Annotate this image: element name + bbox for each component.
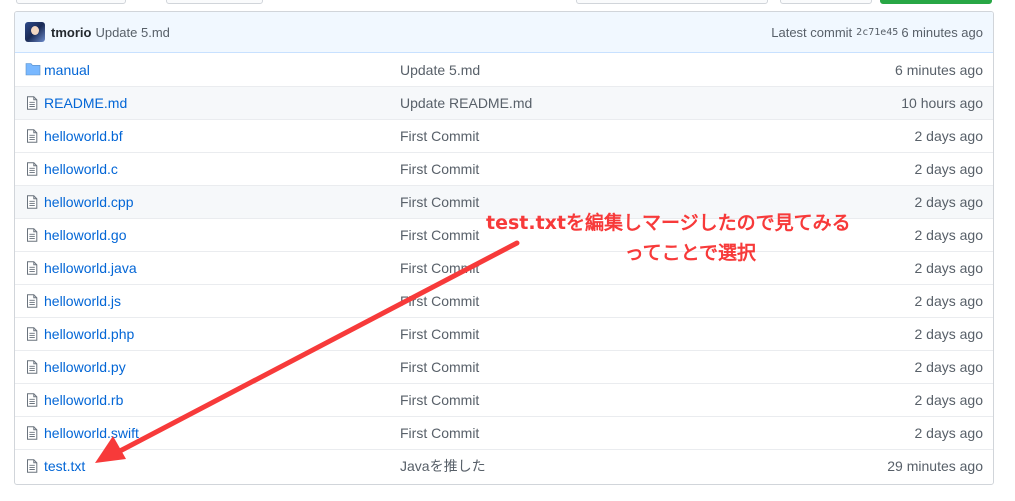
- file-name-link[interactable]: helloworld.bf: [44, 128, 123, 144]
- annotation-text: test.txtを編集しマージしたので見てみる ってことで選択: [486, 208, 851, 268]
- file-name-link[interactable]: helloworld.py: [44, 359, 126, 375]
- commit-message-link[interactable]: First Commit: [400, 326, 479, 342]
- file-icon: [25, 228, 39, 242]
- avatar[interactable]: [25, 22, 45, 42]
- commit-age: 2 days ago: [914, 194, 984, 210]
- file-icon: [25, 162, 39, 176]
- top-button-strip: [0, 0, 1015, 8]
- file-row[interactable]: helloworld.js First Commit 2 days ago: [15, 284, 993, 317]
- file-name-link[interactable]: manual: [44, 62, 90, 78]
- file-name-link[interactable]: helloworld.java: [44, 260, 137, 276]
- latest-commit-bar: tmorio Update 5.md Latest commit 2c71e45…: [15, 12, 993, 53]
- file-icon: [25, 327, 39, 341]
- annotation-line-1: test.txtを編集しマージしたので見てみる: [486, 212, 851, 234]
- file-icon: [25, 261, 39, 275]
- commit-message[interactable]: Update 5.md: [95, 25, 169, 40]
- file-icon: [25, 426, 39, 440]
- clone-download-button-partial[interactable]: [880, 0, 992, 4]
- file-row[interactable]: helloworld.py First Commit 2 days ago: [15, 350, 993, 383]
- commit-message-link[interactable]: First Commit: [400, 194, 479, 210]
- file-row[interactable]: helloworld.rb First Commit 2 days ago: [15, 383, 993, 416]
- commit-message-link[interactable]: First Commit: [400, 260, 479, 276]
- latest-commit-label: Latest commit: [771, 25, 853, 40]
- file-name-link[interactable]: test.txt: [44, 458, 85, 474]
- commit-message-link[interactable]: First Commit: [400, 392, 479, 408]
- commit-age: 2 days ago: [914, 425, 984, 441]
- file-name-link[interactable]: README.md: [44, 95, 127, 111]
- file-icon: [25, 360, 39, 374]
- file-icon: [25, 129, 39, 143]
- file-icon: [25, 459, 39, 473]
- file-row[interactable]: test.txt Javaを推した 29 minutes ago: [15, 449, 993, 482]
- commit-message-link[interactable]: Update README.md: [400, 95, 532, 111]
- commit-age: 2 days ago: [914, 293, 984, 309]
- commit-message-link[interactable]: Javaを推した: [400, 456, 486, 476]
- commit-age: 6 minutes ago: [895, 61, 983, 78]
- file-icon: [25, 195, 39, 209]
- file-name-link[interactable]: helloworld.cpp: [44, 194, 134, 210]
- commit-age: 10 hours ago: [901, 95, 983, 111]
- commit-message-link[interactable]: First Commit: [400, 128, 479, 144]
- file-name-link[interactable]: helloworld.js: [44, 293, 121, 309]
- file-icon: [25, 96, 39, 110]
- commit-message-link[interactable]: First Commit: [400, 161, 479, 177]
- commit-message-link[interactable]: First Commit: [400, 359, 479, 375]
- file-name-link[interactable]: helloworld.php: [44, 326, 134, 342]
- commit-age: 6 minutes ago: [901, 25, 983, 40]
- file-name-link[interactable]: helloworld.rb: [44, 392, 123, 408]
- commit-age: 2 days ago: [914, 128, 984, 144]
- file-name-link[interactable]: helloworld.swift: [44, 425, 139, 441]
- commit-message-link[interactable]: Update 5.md: [400, 62, 480, 78]
- file-name-link[interactable]: helloworld.go: [44, 227, 127, 243]
- commit-age: 2 days ago: [914, 260, 984, 276]
- commit-age: 2 days ago: [914, 161, 984, 177]
- file-row[interactable]: helloworld.swift First Commit 2 days ago: [15, 416, 993, 449]
- top-button-partial[interactable]: [780, 0, 872, 4]
- file-row[interactable]: manual Update 5.md 6 minutes ago: [15, 53, 993, 86]
- folder-icon: [25, 62, 41, 76]
- commit-age: 2 days ago: [914, 359, 984, 375]
- file-row[interactable]: helloworld.php First Commit 2 days ago: [15, 317, 993, 350]
- commit-sha[interactable]: 2c71e45: [856, 27, 898, 38]
- commit-age: 2 days ago: [914, 392, 984, 408]
- file-row[interactable]: helloworld.bf First Commit 2 days ago: [15, 119, 993, 152]
- file-row[interactable]: README.md Update README.md 10 hours ago: [15, 86, 993, 119]
- commit-author[interactable]: tmorio: [51, 25, 91, 40]
- annotation-line-2: ってことで選択: [624, 242, 757, 264]
- latest-commit-info: Latest commit 2c71e45 6 minutes ago: [771, 12, 983, 53]
- commit-age: 2 days ago: [914, 227, 984, 243]
- top-button-partial[interactable]: [16, 0, 126, 4]
- top-button-partial[interactable]: [576, 0, 768, 4]
- commit-age: 2 days ago: [914, 326, 984, 342]
- file-name-link[interactable]: helloworld.c: [44, 161, 118, 177]
- commit-message-link[interactable]: First Commit: [400, 425, 479, 441]
- commit-message-link[interactable]: First Commit: [400, 227, 479, 243]
- file-row[interactable]: helloworld.c First Commit 2 days ago: [15, 152, 993, 185]
- top-button-partial[interactable]: [166, 0, 263, 4]
- commit-age: 29 minutes ago: [887, 458, 983, 474]
- file-icon: [25, 393, 39, 407]
- commit-message-link[interactable]: First Commit: [400, 293, 479, 309]
- file-icon: [25, 294, 39, 308]
